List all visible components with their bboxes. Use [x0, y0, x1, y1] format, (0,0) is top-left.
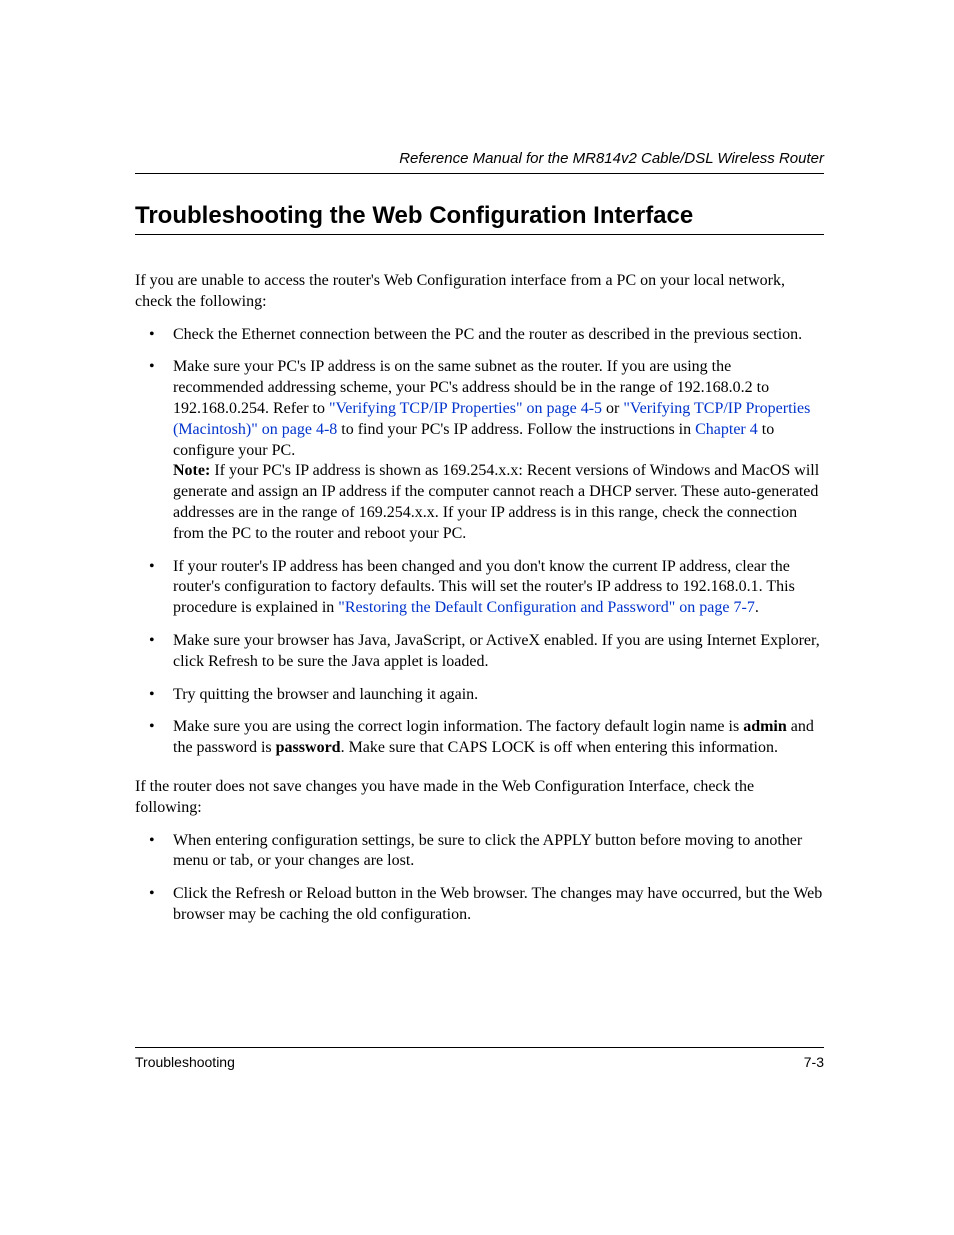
page-footer: Troubleshooting 7-3	[135, 1047, 824, 1070]
footer-left: Troubleshooting	[135, 1054, 235, 1070]
text: .	[755, 599, 759, 616]
running-header: Reference Manual for the MR814v2 Cable/D…	[135, 150, 824, 174]
list-item: Check the Ethernet connection between th…	[135, 325, 824, 346]
list-item: Make sure your browser has Java, JavaScr…	[135, 631, 824, 673]
list-item: Make sure your PC's IP address is on the…	[135, 357, 824, 544]
list-item: If your router's IP address has been cha…	[135, 557, 824, 619]
xref-link[interactable]: "Restoring the Default Configuration and…	[338, 599, 755, 616]
bold-text: admin	[743, 718, 787, 735]
text: . Make sure that CAPS LOCK is off when e…	[341, 739, 778, 756]
text: Make sure you are using the correct logi…	[173, 718, 743, 735]
xref-link[interactable]: "Verifying TCP/IP Properties" on page 4-…	[329, 400, 602, 417]
intro-paragraph: If you are unable to access the router's…	[135, 271, 824, 313]
note-body: If your PC's IP address is shown as 169.…	[173, 462, 819, 541]
note-block: Note: If your PC's IP address is shown a…	[173, 461, 824, 544]
section-title: Troubleshooting the Web Configuration In…	[135, 202, 824, 235]
bullet-list-2: When entering configuration settings, be…	[135, 831, 824, 926]
page: Reference Manual for the MR814v2 Cable/D…	[0, 0, 954, 1235]
xref-link[interactable]: Chapter 4	[695, 421, 758, 438]
bullet-list-1: Check the Ethernet connection between th…	[135, 325, 824, 759]
list-item: When entering configuration settings, be…	[135, 831, 824, 873]
text: or	[602, 400, 623, 417]
footer-right: 7-3	[804, 1054, 824, 1070]
note-label: Note:	[173, 462, 210, 479]
body-text: If you are unable to access the router's…	[135, 271, 824, 926]
list-item: Try quitting the browser and launching i…	[135, 685, 824, 706]
bold-text: password	[276, 739, 341, 756]
text: to find your PC's IP address. Follow the…	[337, 421, 695, 438]
list-item: Click the Refresh or Reload button in th…	[135, 884, 824, 926]
mid-paragraph: If the router does not save changes you …	[135, 777, 824, 819]
list-item: Make sure you are using the correct logi…	[135, 717, 824, 759]
